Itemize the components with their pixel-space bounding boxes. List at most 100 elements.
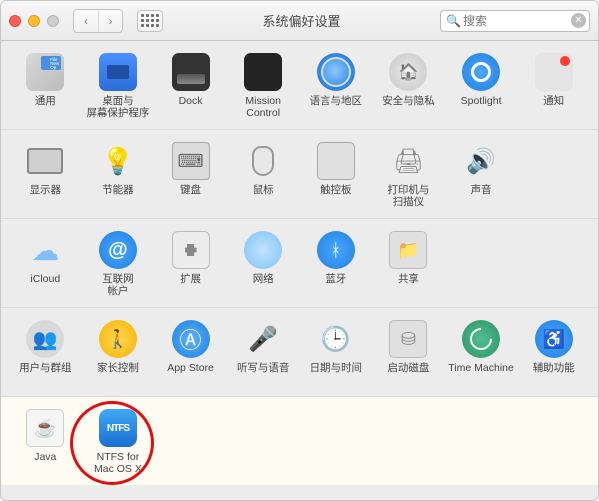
pref-parental[interactable]: 🚶 家长控制 — [82, 320, 155, 386]
accessibility-label: 辅助功能 — [533, 362, 575, 386]
forward-button[interactable]: › — [98, 10, 122, 32]
row-1: 通用 桌面与 屏幕保护程序 Dock Mission Control 语言与地区安全与隐… — [1, 41, 598, 130]
icloud-icon: ☁ — [26, 231, 64, 269]
mouse-icon — [244, 142, 282, 180]
keyboard-icon — [172, 142, 210, 180]
nav-buttons: ‹ › — [73, 9, 123, 33]
bluetooth-icon: ᚼ — [317, 231, 355, 269]
sharing-icon: 📁 — [389, 231, 427, 269]
pref-printers[interactable]: 🖨 打印机与 扫描仪 — [372, 142, 445, 208]
internet-label: 互联网 帐户 — [102, 273, 134, 297]
general-label: 通用 — [35, 95, 56, 119]
pref-notif[interactable]: 通知 — [517, 53, 590, 119]
users-label: 用户与群组 — [19, 362, 72, 386]
dock-icon — [172, 53, 210, 91]
row-3: ☁iCloud 互联网 帐户扩展网络 ᚼ 蓝牙 📁 共享 — [1, 219, 598, 308]
show-all-button[interactable] — [137, 10, 163, 32]
pref-ntfs[interactable]: NTFSNTFS for Mac OS X — [82, 409, 155, 475]
pref-internet[interactable]: 互联网 帐户 — [82, 231, 155, 297]
security-icon — [389, 53, 427, 91]
pref-accessibility[interactable]: ♿ 辅助功能 — [517, 320, 590, 386]
traffic-lights — [9, 15, 59, 27]
pref-keyboard[interactable]: 键盘 — [154, 142, 227, 208]
datetime-icon: 🕒 — [317, 320, 355, 358]
sharing-label: 共享 — [398, 273, 419, 297]
timemachine-icon — [462, 320, 500, 358]
pref-appstore[interactable]: Ⓐ App Store — [154, 320, 227, 386]
pref-extensions[interactable]: 扩展 — [154, 231, 227, 297]
pref-java[interactable]: ☕Java — [9, 409, 82, 475]
pref-sound[interactable]: 🔊 声音 — [445, 142, 518, 208]
mouse-label: 鼠标 — [253, 184, 274, 208]
keyboard-label: 键盘 — [180, 184, 201, 208]
security-label: 安全与隐私 — [382, 95, 435, 119]
row-4: 👥 用户与群组 🚶 家长控制 Ⓐ App Store 🎤听写与语音 🕒 日期与时间 ⛁ 启动磁盘 Ti… — [1, 308, 598, 397]
appstore-label: App Store — [167, 362, 214, 386]
energy-icon: 💡 — [99, 142, 137, 180]
pref-desktop[interactable]: 桌面与 屏幕保护程序 — [82, 53, 155, 119]
pref-users[interactable]: 👥 用户与群组 — [9, 320, 82, 386]
lang-icon — [317, 53, 355, 91]
ntfs-icon: NTFS — [99, 409, 137, 447]
startup-label: 启动磁盘 — [387, 362, 429, 386]
energy-label: 节能器 — [102, 184, 134, 208]
pref-datetime[interactable]: 🕒 日期与时间 — [300, 320, 373, 386]
dock-label: Dock — [179, 95, 203, 119]
spotlight-label: Spotlight — [461, 95, 502, 119]
pref-security[interactable]: 安全与隐私 — [372, 53, 445, 119]
clear-search-icon[interactable]: ✕ — [571, 13, 586, 28]
mission-icon — [244, 53, 282, 91]
bluetooth-label: 蓝牙 — [325, 273, 346, 297]
close-button[interactable] — [9, 15, 21, 27]
desktop-label: 桌面与 屏幕保护程序 — [86, 95, 149, 119]
parental-label: 家长控制 — [97, 362, 139, 386]
search-box: 🔍 ✕ — [440, 10, 590, 32]
pref-energy[interactable]: 💡 节能器 — [82, 142, 155, 208]
pref-sharing[interactable]: 📁 共享 — [372, 231, 445, 297]
row-5-thirdparty: ☕JavaNTFSNTFS for Mac OS X — [1, 397, 598, 485]
lang-label: 语言与地区 — [310, 95, 363, 119]
pref-timemachine[interactable]: Time Machine — [445, 320, 518, 386]
back-button[interactable]: ‹ — [74, 10, 98, 32]
datetime-label: 日期与时间 — [310, 362, 363, 386]
dictation-label: 听写与语音 — [237, 362, 290, 386]
pref-dictation[interactable]: 🎤听写与语音 — [227, 320, 300, 386]
displays-icon — [26, 142, 64, 180]
window-title: 系统偏好设置 — [171, 11, 432, 30]
extensions-icon — [172, 231, 210, 269]
pref-bluetooth[interactable]: ᚼ 蓝牙 — [300, 231, 373, 297]
pref-mouse[interactable]: 鼠标 — [227, 142, 300, 208]
parental-icon: 🚶 — [99, 320, 137, 358]
pref-displays[interactable]: 显示器 — [9, 142, 82, 208]
users-icon: 👥 — [26, 320, 64, 358]
pref-icloud[interactable]: ☁iCloud — [9, 231, 82, 297]
notif-icon — [535, 53, 573, 91]
pref-lang[interactable]: 语言与地区 — [300, 53, 373, 119]
pref-spotlight[interactable]: Spotlight — [445, 53, 518, 119]
sound-icon: 🔊 — [462, 142, 500, 180]
printers-icon: 🖨 — [389, 142, 427, 180]
pref-trackpad[interactable]: 触控板 — [300, 142, 373, 208]
search-input[interactable] — [440, 10, 590, 32]
search-icon: 🔍 — [446, 14, 461, 28]
trackpad-label: 触控板 — [320, 184, 352, 208]
preferences-window: ‹ › 系统偏好设置 🔍 ✕ 通用 桌面与 屏幕保护程序 Dock Mission C… — [0, 0, 599, 501]
zoom-button[interactable] — [47, 15, 59, 27]
pref-general[interactable]: 通用 — [9, 53, 82, 119]
pref-startup[interactable]: ⛁ 启动磁盘 — [372, 320, 445, 386]
sound-label: 声音 — [471, 184, 492, 208]
trackpad-icon — [317, 142, 355, 180]
internet-icon — [99, 231, 137, 269]
pref-network[interactable]: 网络 — [227, 231, 300, 297]
timemachine-label: Time Machine — [448, 362, 514, 386]
pref-dock[interactable]: Dock — [154, 53, 227, 119]
grid-icon — [141, 14, 159, 27]
java-icon: ☕ — [26, 409, 64, 447]
titlebar: ‹ › 系统偏好设置 🔍 ✕ — [1, 1, 598, 41]
appstore-icon: Ⓐ — [172, 320, 210, 358]
pref-mission[interactable]: Mission Control — [227, 53, 300, 119]
printers-label: 打印机与 扫描仪 — [387, 184, 429, 208]
startup-icon: ⛁ — [389, 320, 427, 358]
accessibility-icon: ♿ — [535, 320, 573, 358]
minimize-button[interactable] — [28, 15, 40, 27]
